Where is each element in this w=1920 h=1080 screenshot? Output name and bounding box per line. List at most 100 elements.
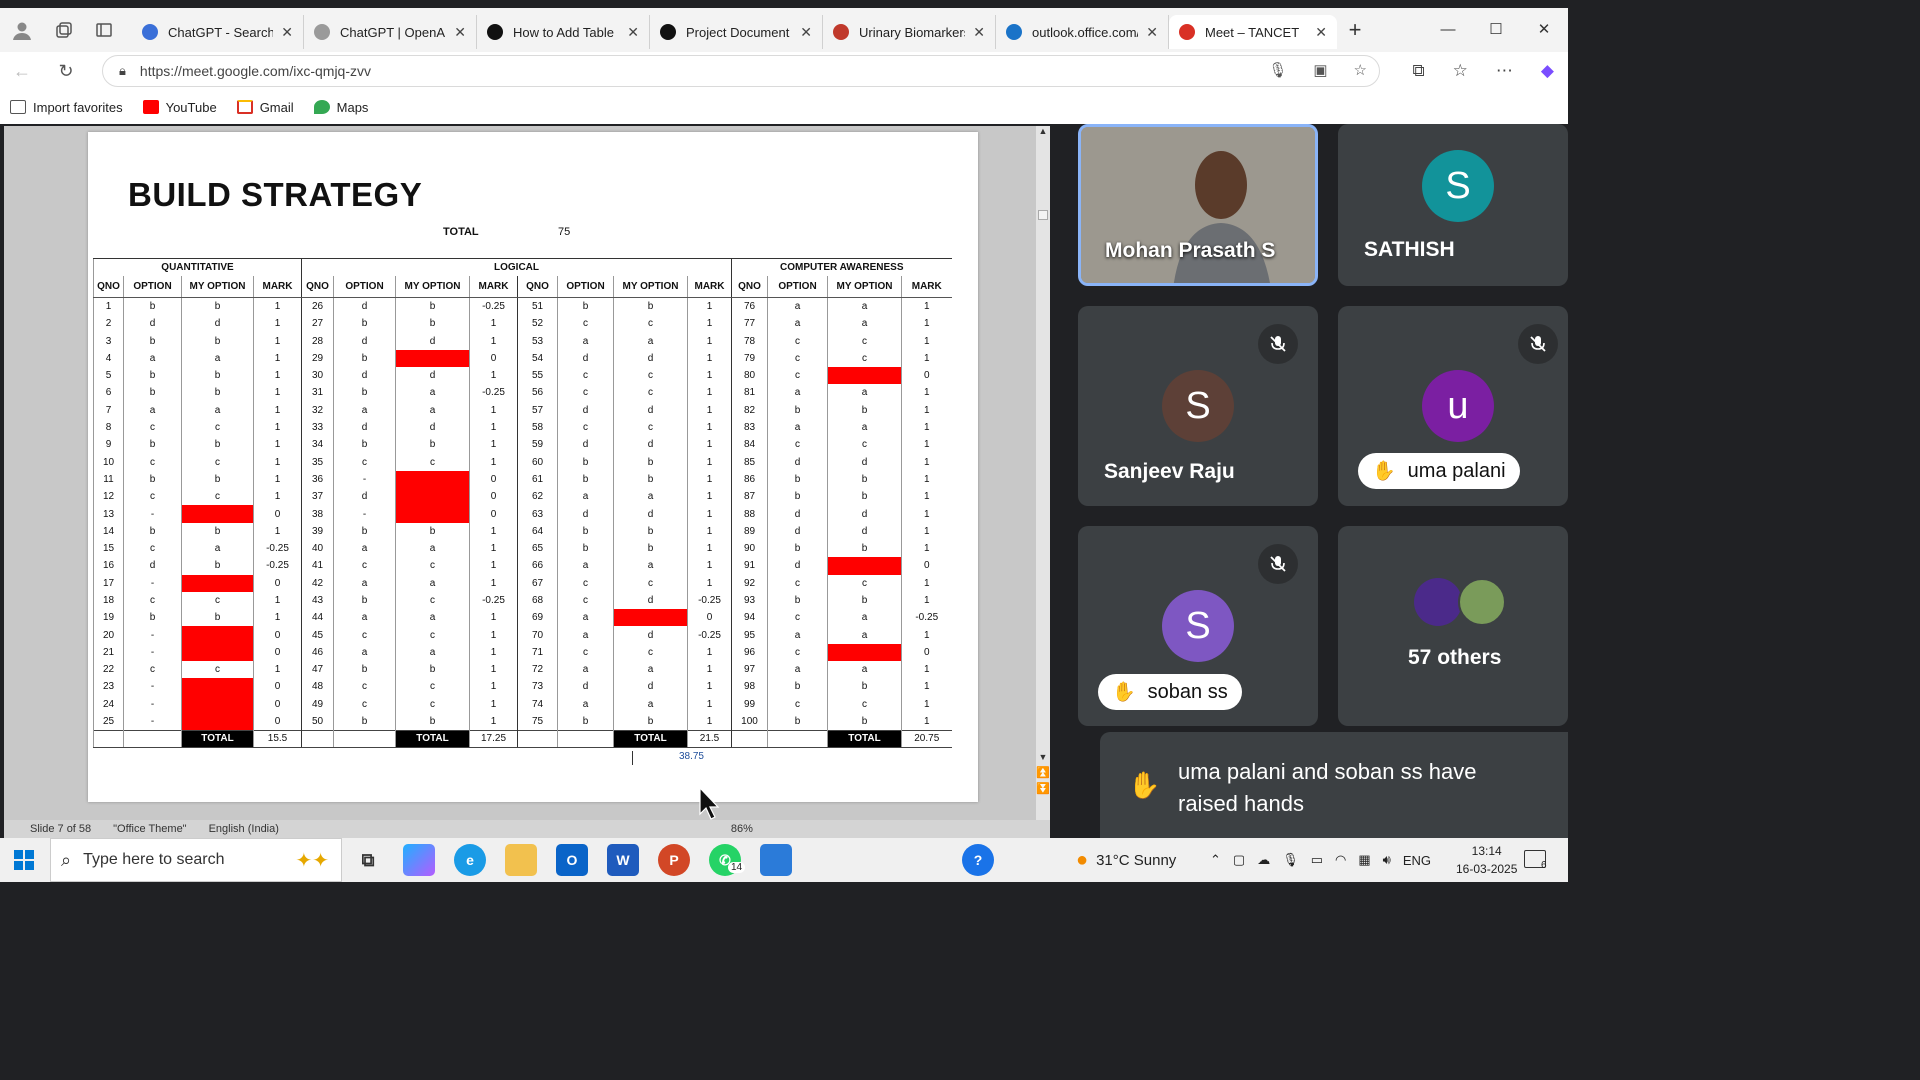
my-option-cell: c bbox=[613, 574, 688, 592]
profile-icon[interactable] bbox=[0, 8, 44, 52]
participant-tile-sanjeev[interactable]: S Sanjeev Raju bbox=[1078, 306, 1318, 506]
tab-4[interactable]: Project Document C ✕ bbox=[650, 15, 823, 49]
qno-cell: 77 bbox=[731, 315, 768, 333]
language-indicator[interactable]: ENG bbox=[1403, 853, 1431, 868]
close-tab-icon[interactable]: ✕ bbox=[973, 24, 985, 41]
mic-off-icon bbox=[1258, 544, 1298, 584]
participant-tile-mohan[interactable]: Mohan Prasath S bbox=[1078, 124, 1318, 286]
favorite-gmail[interactable]: Gmail bbox=[236, 100, 294, 115]
prev-slide-icon[interactable]: ⏫ bbox=[1036, 766, 1050, 779]
windows-start-icon[interactable] bbox=[14, 850, 34, 870]
next-slide-icon[interactable]: ⏬ bbox=[1036, 782, 1050, 795]
close-tab-icon[interactable]: ✕ bbox=[627, 24, 639, 41]
participant-tile-uma[interactable]: u ✋ uma palani bbox=[1338, 306, 1568, 506]
close-tab-icon[interactable]: ✕ bbox=[454, 24, 466, 41]
battery-icon[interactable]: ▭ bbox=[1311, 852, 1323, 868]
copilot-icon[interactable]: ◆ bbox=[1541, 61, 1554, 81]
tab-actions-icon[interactable] bbox=[84, 8, 124, 52]
table-row: 14 b b 1 39 b b 1 64 b b 1 89 d d 1 bbox=[93, 522, 952, 540]
my-option-cell: b bbox=[181, 557, 254, 575]
my-option-cell: d bbox=[181, 315, 254, 333]
maximize-icon[interactable]: ☐ bbox=[1472, 8, 1520, 52]
scroll-down-icon[interactable]: ▼ bbox=[1036, 752, 1050, 762]
close-window-icon[interactable]: ✕ bbox=[1520, 8, 1568, 52]
qno-cell: 18 bbox=[93, 591, 124, 610]
tab-5[interactable]: Urinary Biomarkers F ✕ bbox=[823, 15, 996, 49]
tab-1[interactable]: ChatGPT - Search ✕ bbox=[132, 15, 304, 49]
clock[interactable]: 13:14 16-03-2025 bbox=[1456, 842, 1517, 878]
minimize-icon[interactable]: — bbox=[1424, 8, 1472, 52]
tab-3[interactable]: How to Add Table ✕ bbox=[477, 15, 650, 49]
close-tab-icon[interactable]: ✕ bbox=[281, 24, 293, 41]
word-icon[interactable]: W bbox=[607, 844, 639, 876]
avatar bbox=[1414, 578, 1462, 626]
mic-icon[interactable]: 🎙︎ bbox=[1282, 852, 1299, 868]
edge-icon[interactable]: e bbox=[454, 844, 486, 876]
tab-2[interactable]: ChatGPT | OpenAI ✕ bbox=[304, 15, 477, 49]
favorites-icon[interactable]: ☆ bbox=[1453, 61, 1468, 81]
option-cell: c bbox=[767, 332, 828, 350]
tab-7[interactable]: Meet – TANCET ✕ bbox=[1169, 15, 1337, 49]
workspaces-icon[interactable] bbox=[44, 8, 84, 52]
qno-cell: 63 bbox=[517, 505, 558, 523]
avatar: u bbox=[1422, 370, 1494, 442]
scroll-thumb[interactable] bbox=[1038, 210, 1048, 220]
wifi-icon[interactable]: ◠ bbox=[1335, 852, 1346, 868]
qno-cell: 72 bbox=[517, 661, 558, 679]
url-field[interactable]: 🔒︎ https://meet.google.com/ixc-qmjq-zvv … bbox=[102, 55, 1380, 87]
mark-cell: 1 bbox=[687, 712, 732, 731]
mark-cell: 1 bbox=[687, 315, 732, 333]
favorite-star-icon[interactable]: ☆ bbox=[1354, 61, 1367, 79]
onedrive-icon[interactable]: ☁ bbox=[1257, 852, 1270, 868]
participant-tile-others[interactable]: 57 others bbox=[1338, 526, 1568, 726]
back-icon[interactable]: ← bbox=[0, 61, 44, 82]
tray-app-icon[interactable]: ▢ bbox=[1233, 852, 1245, 868]
favorite-import[interactable]: Import favorites bbox=[10, 100, 123, 115]
my-option-cell: a bbox=[613, 695, 688, 713]
more-menu-icon[interactable]: ⋯ bbox=[1496, 61, 1513, 81]
favorite-maps[interactable]: Maps bbox=[313, 100, 368, 115]
new-tab-button[interactable]: + bbox=[1337, 17, 1373, 43]
close-tab-icon[interactable]: ✕ bbox=[1315, 24, 1327, 41]
vertical-scrollbar[interactable]: ▲ ▼ ⏫ ⏬ bbox=[1036, 126, 1050, 838]
qno-cell: 53 bbox=[517, 332, 558, 350]
option-cell: b bbox=[767, 591, 828, 610]
participant-tile-soban[interactable]: S ✋ soban ss bbox=[1078, 526, 1318, 726]
microphone-icon[interactable]: 🎙︎ bbox=[1268, 61, 1287, 79]
option-cell: a bbox=[767, 297, 828, 316]
raised-hands-notification[interactable]: ✋ uma palani and soban ss have raised ha… bbox=[1100, 732, 1568, 838]
participant-tile-sathish[interactable]: S SATHISH bbox=[1338, 124, 1568, 286]
cast-icon[interactable]: ▣ bbox=[1313, 61, 1327, 79]
network-icon[interactable]: ▦ bbox=[1358, 852, 1370, 868]
my-option-cell: a bbox=[395, 384, 470, 402]
lock-icon[interactable]: 🔒︎ bbox=[119, 63, 126, 79]
my-option-cell: b bbox=[827, 470, 902, 489]
refresh-icon[interactable]: ↻ bbox=[44, 61, 88, 82]
help-icon[interactable]: ? bbox=[962, 844, 994, 876]
weather-widget[interactable]: ● 31°C Sunny bbox=[1076, 838, 1176, 882]
outlook-icon[interactable]: O bbox=[556, 844, 588, 876]
tray-overflow-icon[interactable]: ⌃ bbox=[1210, 852, 1221, 868]
qno-cell: 24 bbox=[93, 695, 124, 713]
file-explorer-icon[interactable] bbox=[505, 844, 537, 876]
qno-cell: 98 bbox=[731, 678, 768, 696]
powerpoint-icon[interactable]: P bbox=[658, 844, 690, 876]
tab-6[interactable]: outlook.office.com/n ✕ bbox=[996, 15, 1169, 49]
volume-icon[interactable]: 🔊︎ bbox=[1383, 852, 1391, 868]
my-option-cell bbox=[181, 643, 254, 662]
close-tab-icon[interactable]: ✕ bbox=[1146, 24, 1158, 41]
extensions-icon[interactable]: ⧉ bbox=[1413, 61, 1425, 81]
photos-icon[interactable] bbox=[760, 844, 792, 876]
option-cell: d bbox=[333, 488, 396, 506]
favorite-youtube[interactable]: YouTube bbox=[142, 100, 217, 115]
task-view-icon[interactable]: ⧉ bbox=[352, 844, 384, 876]
my-option-cell: b bbox=[181, 332, 254, 350]
close-tab-icon[interactable]: ✕ bbox=[800, 24, 812, 41]
mark-cell: 1 bbox=[253, 436, 302, 454]
scroll-up-icon[interactable]: ▲ bbox=[1036, 126, 1050, 136]
taskbar-search[interactable]: ⌕ Type here to search ✦✦ bbox=[50, 838, 342, 882]
mark-cell: 1 bbox=[687, 678, 732, 696]
column-header: OPTION bbox=[557, 275, 614, 299]
my-option-cell: c bbox=[827, 574, 902, 592]
copilot-app-icon[interactable] bbox=[403, 844, 435, 876]
